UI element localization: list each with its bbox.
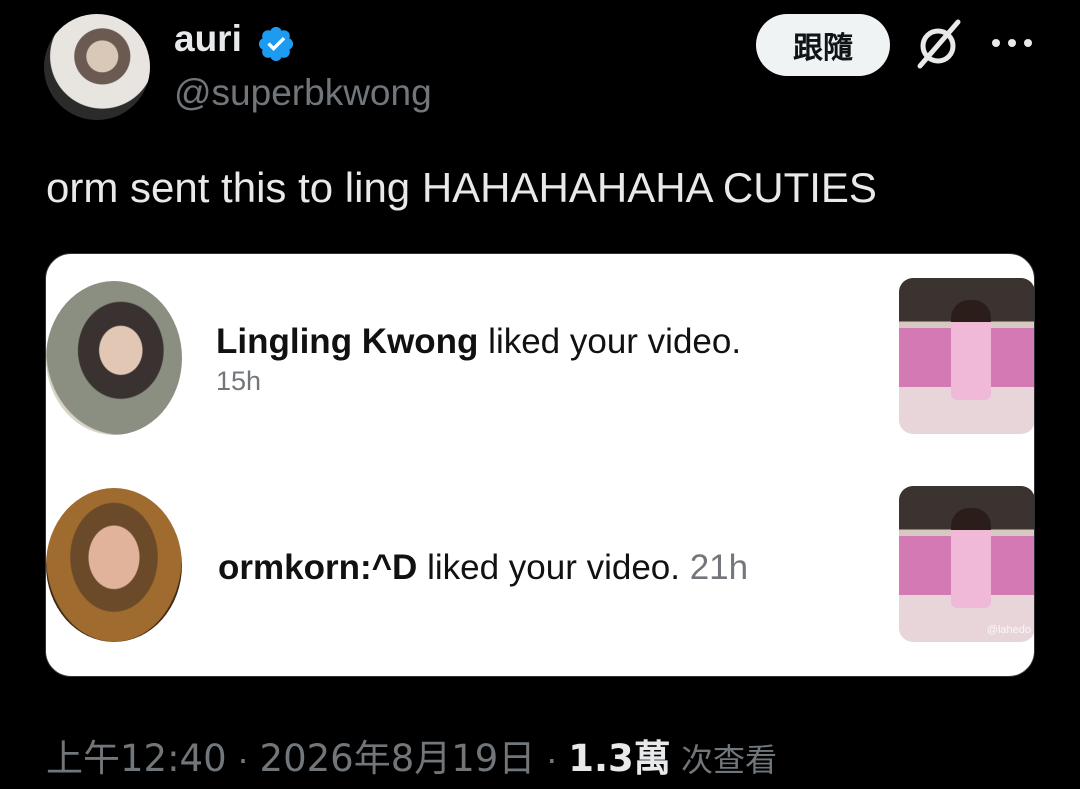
tweet-time[interactable]: 上午12:40	[46, 737, 227, 780]
notification-username: ormkorn:^D	[218, 548, 418, 587]
tweet-text: orm sent this to ling HAHAHAHAHA CUTIES	[46, 164, 877, 211]
notification-action: liked your video.	[417, 548, 680, 587]
notification-row-1: Lingling Kwong liked your video.	[216, 322, 741, 362]
tweet-media-image[interactable]: Lingling Kwong liked your video. 15h orm…	[45, 253, 1035, 677]
video-thumbnail: @lahedo	[899, 486, 1034, 642]
user-handle[interactable]: @superbkwong	[174, 72, 432, 114]
notification-row-2: ormkorn:^D liked your video. 21h	[218, 548, 748, 588]
video-thumbnail	[899, 278, 1034, 434]
more-dots-icon[interactable]	[990, 34, 1034, 52]
notification-time: 21h	[689, 548, 749, 587]
tweet-meta: 上午12:40 · 2026年8月19日 · 1.3萬 次查看	[46, 737, 778, 780]
notification-avatar	[46, 281, 182, 435]
display-name[interactable]: auri	[174, 18, 242, 60]
verified-badge-icon	[258, 26, 294, 62]
notification-username: Lingling Kwong	[216, 322, 479, 361]
notification-avatar	[46, 488, 182, 642]
notification-time: 15h	[216, 366, 262, 396]
view-count: 1.3萬	[568, 737, 671, 780]
tweet-date[interactable]: 2026年8月19日	[260, 737, 536, 780]
user-avatar[interactable]	[44, 14, 150, 120]
grok-slash-icon[interactable]	[912, 18, 964, 70]
follow-button[interactable]: 跟隨	[756, 14, 890, 76]
watermark: @lahedo	[986, 624, 1031, 636]
view-label: 次查看	[681, 741, 778, 779]
notification-action: liked your video.	[478, 322, 742, 361]
